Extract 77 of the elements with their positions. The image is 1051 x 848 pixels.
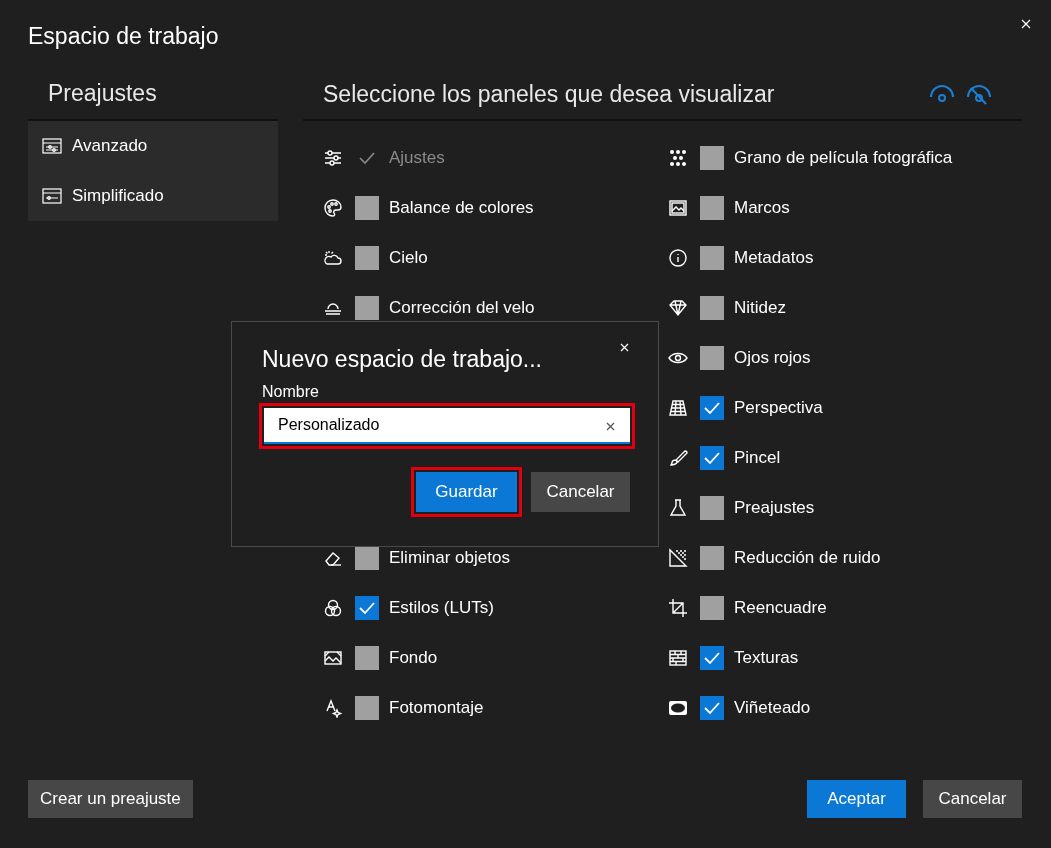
panel-label: Corrección del velo [389,298,535,318]
panel-label: Reencuadre [734,598,827,618]
checkbox[interactable] [700,596,724,620]
clear-button[interactable] [605,421,616,432]
sliders-icon [323,148,343,168]
panel-label: Fotomontaje [389,698,484,718]
close-icon [1020,18,1032,30]
letter-sparkle-icon [323,698,343,718]
panel-label: Pincel [734,448,781,468]
dialog-title: Nuevo espacio de trabajo... [262,346,542,373]
eye-crossed-icon [966,84,992,105]
checkbox[interactable] [700,646,724,670]
checkbox[interactable] [700,396,724,420]
panel-label: Preajustes [734,498,815,518]
panel-label: Estilos (LUTs) [389,598,494,618]
diamond-icon [668,298,688,318]
panel-label: Fondo [389,648,438,668]
brick-wall-icon [668,648,688,668]
panel-label: Grano de película fotográfica [734,148,953,168]
panel-label: Cielo [389,248,428,268]
checkbox[interactable] [700,446,724,470]
close-icon [619,342,630,353]
checkbox[interactable] [355,296,379,320]
crop-icon [668,598,688,618]
create-preset-button[interactable]: Crear un preajuste [28,780,193,818]
cancel-button[interactable]: Cancelar [923,780,1022,818]
window-title: Espacio de trabajo [28,22,219,50]
image-icon [668,198,688,218]
panel-label: Reducción de ruido [734,548,881,568]
show-all-button[interactable] [929,84,955,105]
eye-icon [929,84,955,105]
save-button[interactable]: Guardar [416,472,517,512]
clear-icon [605,421,616,432]
checkbox[interactable] [355,196,379,220]
panel-label: Perspectiva [734,398,823,418]
sun-cloud-icon [323,248,343,268]
checkbox[interactable] [700,496,724,520]
checkbox[interactable] [700,296,724,320]
panel-label: Metadatos [734,248,814,268]
brush-icon [668,448,688,468]
field-label: Nombre [262,383,320,401]
checkbox[interactable] [700,196,724,220]
accept-button[interactable]: Aceptar [807,780,906,818]
name-field[interactable]: Personalizado [264,408,630,444]
info-icon [668,248,688,268]
dots-icon [668,148,688,168]
panel-label: Texturas [734,648,799,668]
preset-item[interactable]: Avanzado [42,121,278,171]
panel-label: Marcos [734,198,790,218]
panel-label: Ojos rojos [734,348,811,368]
palette-icon [323,198,343,218]
framed-landscape-icon [323,648,343,668]
checkbox[interactable] [700,546,724,570]
section-heading: Seleccione los paneles que desea visualizar [322,81,775,108]
hide-all-button[interactable] [966,84,992,105]
checkbox[interactable] [355,546,379,570]
checkbox[interactable] [700,146,724,170]
checkbox[interactable] [700,346,724,370]
slider-panel-icon [42,188,62,204]
panel-label: Viñeteado [734,698,811,718]
panel-label: Ajustes [389,148,445,168]
sliders-panel-icon [42,138,62,154]
checkbox[interactable] [355,696,379,720]
noise-triangle-icon [668,548,688,568]
overlapping-circles-icon [323,598,343,618]
panel-label: Eliminar objetos [389,548,510,568]
checkbox[interactable] [700,246,724,270]
checkbox[interactable] [355,596,379,620]
panel-label: Nitidez [734,298,786,318]
preset-item[interactable]: Simplificado [42,171,278,221]
checkbox[interactable] [700,696,724,720]
flask-icon [668,498,688,518]
checkbox[interactable] [355,646,379,670]
panel-label: Balance de colores [389,198,534,218]
perspective-grid-icon [668,398,688,418]
cancel-button[interactable]: Cancelar [531,472,630,512]
checkbox[interactable] [355,246,379,270]
